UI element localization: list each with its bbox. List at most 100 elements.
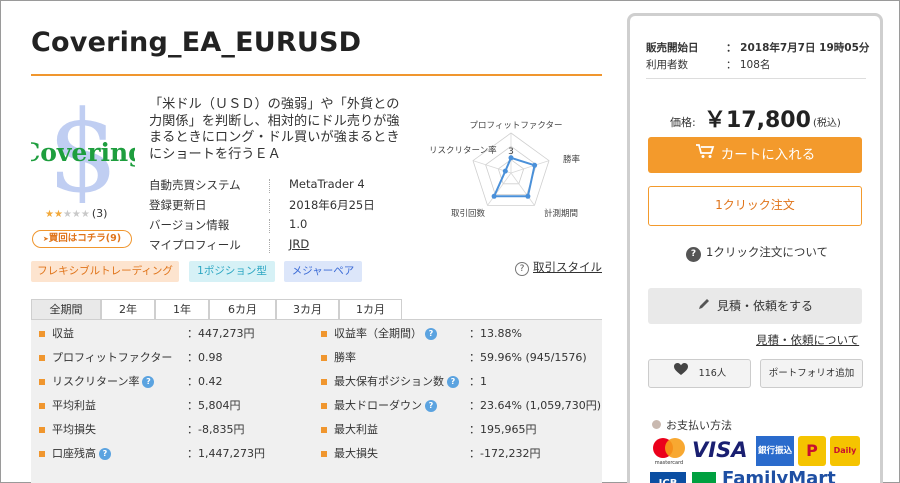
- stat-value: ：-172,232円: [469, 447, 541, 460]
- bullet-icon: [321, 331, 327, 337]
- tab-3-months[interactable]: 3カ月: [276, 299, 339, 319]
- jcb-logo: JCB: [650, 472, 686, 483]
- one-click-order-button[interactable]: 1クリック注文: [648, 186, 862, 226]
- stat-label: 最大損失: [334, 447, 378, 460]
- bullet-icon: [321, 451, 327, 457]
- purchase-panel: 販売開始日 ： 2018年7月7日 19時05分 利用者数 ： 108名 価格:…: [627, 13, 883, 483]
- stat-value: ：195,965円: [469, 423, 537, 436]
- info-row-system: 自動売買システム MetaTrader 4: [149, 177, 391, 197]
- quote-help-link[interactable]: 見積・依頼について: [756, 332, 859, 348]
- bullet-icon: [39, 331, 45, 337]
- question-icon: ?: [686, 247, 701, 262]
- stat-label: リスクリターン率?: [52, 372, 155, 392]
- price-label: 価格:: [670, 116, 696, 129]
- stat-value: ：23.64% (1,059,730円): [469, 399, 602, 412]
- tab-1-year[interactable]: 1年: [155, 299, 209, 319]
- tag-flexible-trading[interactable]: フレキシブルトレーディング: [31, 261, 179, 282]
- help-icon[interactable]: ?: [425, 328, 437, 340]
- tab-all-period[interactable]: 全期間: [31, 299, 101, 319]
- stat-label: 収益率（全期間）?: [334, 324, 437, 344]
- bank-transfer-logo: 銀行振込: [756, 436, 794, 466]
- heart-icon: [673, 360, 689, 387]
- stat-row: 最大利益 ：195,965円: [321, 420, 601, 440]
- info-separator: [269, 199, 270, 213]
- product-logo: $ Covering: [20, 88, 145, 218]
- stat-label-text: 口座残高: [52, 447, 96, 460]
- radar-label-pf: プロフィットファクター: [470, 121, 563, 131]
- stat-label: 勝率: [334, 351, 356, 364]
- stat-value: ：13.88%: [469, 327, 522, 340]
- stat-row: 収益 ：447,273円: [39, 324, 319, 344]
- rating-count: (3): [91, 207, 108, 220]
- add-portfolio-button[interactable]: ポートフォリオ追加: [760, 359, 863, 388]
- radar-axis: [487, 172, 512, 206]
- help-icon[interactable]: ?: [447, 376, 459, 388]
- radar-point: [491, 193, 497, 199]
- tab-2-years[interactable]: 2年: [101, 299, 155, 319]
- panel-divider: [646, 78, 866, 79]
- help-icon[interactable]: ?: [142, 376, 155, 388]
- info-separator: [269, 239, 270, 253]
- payment-methods-title: お支払い方法: [666, 419, 732, 432]
- users-value: ： 108名: [726, 59, 771, 71]
- info-row-profile: マイプロフィール JRD: [149, 237, 391, 257]
- stat-label: 平均損失: [52, 423, 96, 436]
- bullet-icon: [321, 355, 327, 361]
- stat-label-text: リスクリターン率: [52, 375, 140, 388]
- stat-row: 最大ドローダウン? ：23.64% (1,059,730円): [321, 396, 601, 416]
- tag-major-pair[interactable]: メジャーペア: [284, 261, 362, 282]
- info-separator: [269, 219, 270, 233]
- info-label: 登録更新日: [149, 198, 207, 212]
- stat-row: 平均損失 ：-8,835円: [39, 420, 319, 440]
- stat-row: リスクリターン率? ：0.42: [39, 372, 319, 392]
- favorite-count: 116人: [698, 368, 727, 379]
- trading-style-help-link[interactable]: ? 取引スタイル: [515, 259, 602, 276]
- stat-value: ：0.98: [187, 351, 223, 364]
- stat-label: 最大利益: [334, 423, 378, 436]
- add-to-cart-button[interactable]: カートに入れる: [648, 137, 862, 173]
- stat-value: ：0.42: [187, 375, 223, 388]
- visa-logo: VISA: [692, 438, 748, 462]
- daily-logo: Daily: [830, 436, 860, 466]
- radar-label-period: 計測期間: [544, 208, 578, 219]
- info-label: マイプロフィール: [149, 238, 241, 252]
- stat-label: 最大保有ポジション数?: [334, 372, 459, 392]
- help-icon[interactable]: ?: [99, 448, 111, 460]
- familymart-logo: FamilyMart: [722, 468, 836, 483]
- help-icon[interactable]: ?: [425, 400, 437, 412]
- bullet-icon: [321, 427, 327, 433]
- profile-link[interactable]: JRD: [289, 237, 309, 251]
- radar-axis: [510, 160, 550, 174]
- cart-icon: [695, 137, 715, 173]
- bullet-icon: [321, 379, 327, 385]
- stat-row: 収益率（全期間）? ：13.88%: [321, 324, 601, 344]
- one-click-help-link[interactable]: ? 1クリック注文について: [686, 244, 828, 262]
- stat-label: 平均利益: [52, 399, 96, 412]
- stat-row: 最大損失 ：-172,232円: [321, 444, 601, 464]
- tag-one-position[interactable]: 1ポジション型: [189, 261, 275, 282]
- stats-table: 収益 ：447,273円 プロフィットファクター ：0.98 リスクリターン率?…: [31, 319, 602, 483]
- stat-row: 平均利益 ：5,804円: [39, 396, 319, 416]
- buy-here-button[interactable]: ➤買回はコチラ(9): [32, 230, 132, 248]
- payeasy-logo: P: [798, 436, 826, 466]
- tab-6-months[interactable]: 6カ月: [209, 299, 276, 319]
- bullet-icon: [39, 355, 45, 361]
- users-label: 利用者数: [646, 59, 688, 71]
- bullet-icon: [39, 379, 45, 385]
- cart-label: カートに入れる: [720, 147, 816, 163]
- page-title: Covering_EA_EURUSD: [31, 27, 362, 58]
- radar-scale-label: 3: [508, 147, 514, 157]
- radar-label-trades: 取引回数: [451, 208, 486, 219]
- tab-1-month[interactable]: 1カ月: [339, 299, 402, 319]
- rating-stars: ★★★★★ (3): [45, 207, 107, 220]
- favorite-button[interactable]: 116人: [648, 359, 751, 388]
- price-value: ￥17,800: [704, 108, 811, 133]
- info-separator: [269, 179, 270, 193]
- info-value: 2018年6月25日: [289, 198, 375, 212]
- stat-label: プロフィットファクター: [52, 351, 173, 364]
- quote-request-button[interactable]: 見積・依頼をする: [648, 288, 862, 324]
- stat-value: ：5,804円: [187, 399, 241, 412]
- stat-value: ：447,273円: [187, 327, 255, 340]
- pencil-icon: [697, 289, 711, 325]
- product-description: 「米ドル（ＵＳＤ）の強弱」や「外貨との力関係」を判断し、相対的にドル売りが強まる…: [149, 97, 400, 162]
